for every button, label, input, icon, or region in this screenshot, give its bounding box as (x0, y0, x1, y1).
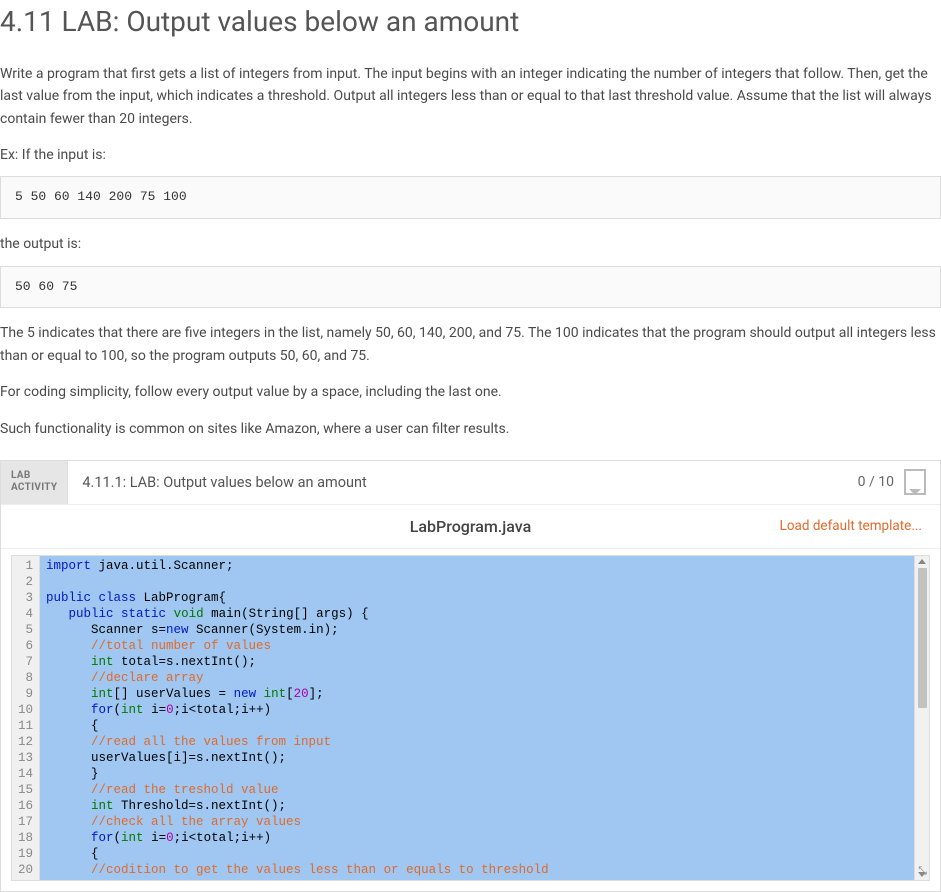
code-line[interactable]: int total=s.nextInt(); (46, 654, 923, 670)
lab-score-text: 0 / 10 (858, 471, 894, 493)
lab-badge-line1: LAB (11, 470, 57, 482)
line-number: 8 (14, 670, 33, 686)
line-number: 5 (14, 622, 33, 638)
code-line[interactable]: //total number of values (46, 638, 923, 654)
code-line[interactable]: int Threshold=s.nextInt(); (46, 798, 923, 814)
example-input-block: 5 50 60 140 200 75 100 (0, 176, 941, 219)
code-line[interactable]: //codition to get the values less than o… (46, 862, 923, 878)
file-name: LabProgram.java (410, 514, 531, 540)
description-1: Write a program that first gets a list o… (0, 63, 941, 130)
code-line[interactable] (46, 574, 923, 590)
lab-activity-badge: LAB ACTIVITY (1, 461, 68, 504)
code-line[interactable]: } (46, 766, 923, 782)
line-number: 15 (14, 782, 33, 798)
line-number: 16 (14, 798, 33, 814)
code-line[interactable]: { (46, 846, 923, 862)
line-number: 9 (14, 686, 33, 702)
code-line[interactable]: Scanner s=new Scanner(System.in); (46, 622, 923, 638)
scroll-down-icon[interactable] (918, 872, 926, 877)
example-input-label: Ex: If the input is: (0, 144, 941, 166)
line-number: 14 (14, 766, 33, 782)
line-number: 13 (14, 750, 33, 766)
code-line[interactable]: { (46, 718, 923, 734)
line-number-gutter: 1234567891011121314151617181920 (12, 556, 40, 880)
lab-panel: LAB ACTIVITY 4.11.1: LAB: Output values … (0, 460, 941, 892)
scroll-up-icon[interactable] (918, 559, 926, 564)
code-line[interactable]: userValues[i]=s.nextInt(); (46, 750, 923, 766)
code-line[interactable]: //declare array (46, 670, 923, 686)
load-default-template-link[interactable]: Load default template... (780, 516, 922, 538)
code-line[interactable]: public static void main(String[] args) { (46, 606, 923, 622)
example-output-label: the output is: (0, 233, 941, 255)
description-3: For coding simplicity, follow every outp… (0, 381, 941, 403)
line-number: 3 (14, 590, 33, 606)
vertical-scrollbar[interactable] (914, 556, 929, 880)
line-number: 7 (14, 654, 33, 670)
line-number: 11 (14, 718, 33, 734)
code-line[interactable]: public class LabProgram{ (46, 590, 923, 606)
code-editor-wrap: 1234567891011121314151617181920 import j… (11, 555, 930, 881)
line-number: 2 (14, 574, 33, 590)
line-number: 12 (14, 734, 33, 750)
code-line[interactable]: //read all the values from input (46, 734, 923, 750)
example-output-block: 50 60 75 (0, 266, 941, 309)
code-line[interactable]: //read the treshold value (46, 782, 923, 798)
line-number: 10 (14, 702, 33, 718)
description-4: Such functionality is common on sites li… (0, 418, 941, 440)
line-number: 4 (14, 606, 33, 622)
scrollbar-thumb[interactable] (918, 568, 927, 708)
lab-badge-line2: ACTIVITY (11, 482, 57, 494)
lab-header: LAB ACTIVITY 4.11.1: LAB: Output values … (1, 461, 940, 505)
code-line[interactable]: for(int i=0;i<total;i++) (46, 702, 923, 718)
line-number: 1 (14, 558, 33, 574)
code-line[interactable]: import java.util.Scanner; (46, 558, 923, 574)
code-line[interactable]: for(int i=0;i<total;i++) (46, 830, 923, 846)
description-2: The 5 indicates that there are five inte… (0, 322, 941, 367)
line-number: 6 (14, 638, 33, 654)
code-editor[interactable]: 1234567891011121314151617181920 import j… (11, 555, 930, 881)
lab-score: 0 / 10 (844, 461, 940, 504)
code-line[interactable]: //check all the array values (46, 814, 923, 830)
code-area[interactable]: import java.util.Scanner; public class La… (40, 556, 929, 880)
line-number: 19 (14, 846, 33, 862)
page-title: 4.11 LAB: Output values below an amount (0, 0, 941, 45)
line-number: 17 (14, 814, 33, 830)
line-number: 20 (14, 862, 33, 878)
bookmark-icon[interactable] (904, 469, 926, 495)
code-line[interactable]: int[] userValues = new int[20]; (46, 686, 923, 702)
file-bar: LabProgram.java Load default template... (1, 505, 940, 549)
line-number: 18 (14, 830, 33, 846)
lab-title: 4.11.1: LAB: Output values below an amou… (68, 461, 843, 504)
